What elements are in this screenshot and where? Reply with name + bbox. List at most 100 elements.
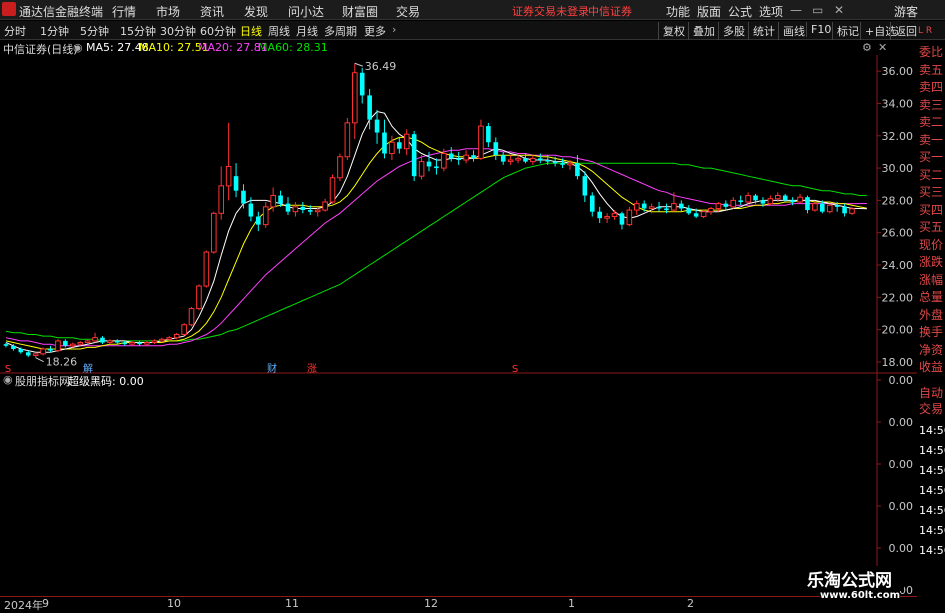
candle-body [137,342,142,345]
candle-body [418,161,425,177]
back-button[interactable]: 返回 [890,22,921,40]
candle [203,250,210,288]
candle-body [700,211,707,218]
sub-settings-icon[interactable]: ◉ [3,373,13,386]
period-tab-30min[interactable]: 30分钟 [160,23,196,39]
f10-button[interactable]: F10 [806,22,835,37]
high-label: 36.49 [365,60,397,73]
ma-lines [5,110,867,353]
candle-body [92,337,98,342]
period-tab-week[interactable]: 周线 [268,23,290,39]
draw-line-button[interactable]: 画线 [778,22,809,40]
candle [48,345,53,353]
candle-body [359,72,365,96]
candle-body [77,342,84,345]
candle [351,63,358,139]
candle [241,184,246,209]
candle-body [69,343,76,347]
candle-body [567,162,573,166]
sub-indicator-name: 股朋指标网 [15,375,70,388]
period-tab-more[interactable]: 更多 [364,23,386,39]
menu-item-gongshi[interactable]: 公式 [728,3,752,20]
candle [285,197,291,215]
candle [188,307,195,327]
candle [745,192,751,204]
candle-body [545,160,551,162]
candle-body [188,308,195,326]
quote-label[interactable]: 交易 [919,401,943,418]
menu-item-banmian[interactable]: 版面 [697,3,721,20]
candle-body [774,195,781,200]
trade-time: 14:56 [919,524,945,537]
candle-body [745,195,751,203]
mark-button[interactable]: 标记 [832,22,863,40]
quote-label[interactable]: 自动 [919,385,943,402]
menu-item-faxian[interactable]: 发现 [244,3,268,20]
period-tab-60min[interactable]: 60分钟 [200,23,236,39]
menu-item-xuanxiang[interactable]: 选项 [759,3,783,20]
candle-body [218,185,225,214]
candle-body [834,205,840,207]
candle-body [463,154,469,161]
period-tab-fenshi[interactable]: 分时 [4,23,26,39]
candle-body [40,348,46,355]
menu-item-wenxiaoda[interactable]: 问小达 [288,3,324,20]
candle [619,211,625,230]
event-marker: 财 [267,362,277,375]
annotations: 36.4918.26S 解财涨 S [5,60,518,375]
close-icon[interactable]: ✕ [878,41,887,54]
candle [210,211,217,254]
trade-time: 14:56 [919,544,945,557]
period-tab-15min[interactable]: 15分钟 [120,23,156,39]
candle-body [403,133,410,150]
candle [233,163,239,198]
candle-body [292,206,299,213]
login-notice[interactable]: 证券交易未登录 [512,3,589,19]
candle-body [426,161,432,167]
period-tab-day[interactable]: 日线 [240,23,262,39]
quote-label: 买三 [919,185,944,199]
window-close-icon[interactable]: ✕ [834,3,844,17]
user-label[interactable]: 游客 [894,3,918,20]
candle [478,119,484,160]
time-label-jan: 1 [568,597,575,610]
multi-stock-button[interactable]: 多股 [718,22,749,40]
broker-name[interactable]: 中信证券 [588,3,632,19]
window-min-icon[interactable]: — [790,3,802,17]
menu-item-zixun[interactable]: 资讯 [200,3,224,20]
candle-body [656,206,662,209]
menu-item-jiaoyi[interactable]: 交易 [396,3,420,20]
menu-item-caifuquan[interactable]: 财富圈 [342,3,378,20]
menu-item-shichang[interactable]: 市场 [156,3,180,20]
statistics-button[interactable]: 统计 [748,22,779,40]
window-restore-icon[interactable]: ▭ [812,3,823,17]
period-tab-month[interactable]: 月线 [296,23,318,39]
candle-body [604,216,610,219]
overlay-button[interactable]: 叠加 [688,22,719,40]
menu-item-hangqing[interactable]: 行情 [112,3,136,20]
fuquan-button[interactable]: 复权 [658,22,689,40]
candle-body [782,195,788,201]
kline-chart[interactable]: 36.00 34.00 32.00 30.00 28.00 26.00 24.00 22.00… [0,55,917,596]
candle [181,323,187,337]
candle-body [619,213,625,225]
candle-body [382,132,387,154]
indicator-settings-icon[interactable]: ◉ [73,41,83,54]
candle-body [434,166,439,169]
candle [144,340,150,346]
quote-label: 卖二 [919,115,944,129]
chevron-right-icon[interactable]: › [392,23,396,36]
quote-label: 卖一 [919,132,944,147]
gear-icon[interactable]: ⚙ [862,41,872,54]
menu-item-gongneng[interactable]: 功能 [666,3,690,20]
candle [100,336,105,345]
candle-body [18,349,24,353]
candle-body [270,195,276,208]
period-tab-multi[interactable]: 多周期 [324,23,357,39]
period-tab-1min[interactable]: 1分钟 [40,23,69,39]
period-tab-5min[interactable]: 5分钟 [80,23,109,39]
y-tick-label: 22.00 [882,291,914,304]
candle [493,137,499,160]
candle-body [626,209,633,226]
candle-body [256,216,261,225]
